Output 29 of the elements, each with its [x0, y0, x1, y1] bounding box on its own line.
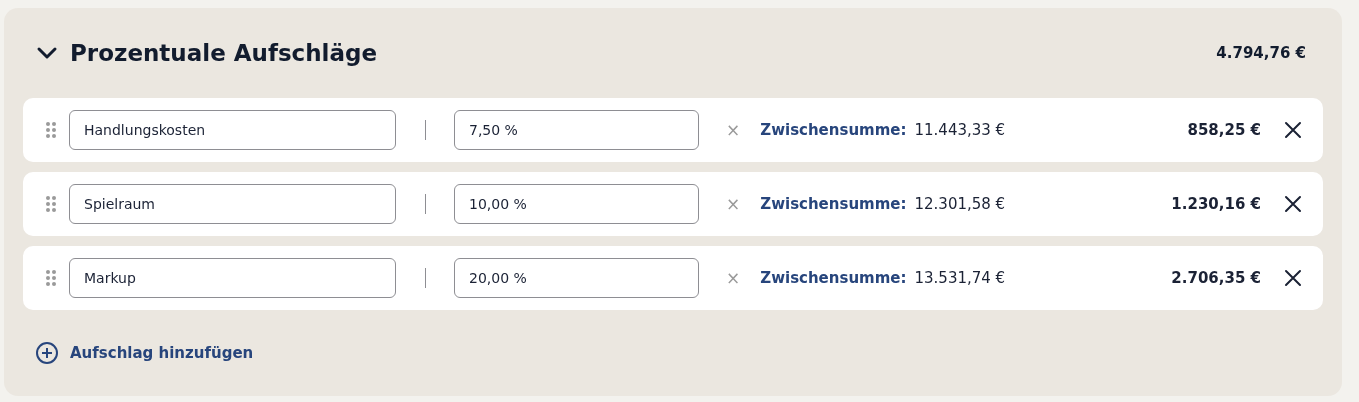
subtotal-value: 12.301,58 € [914, 195, 1006, 213]
remove-button[interactable] [1283, 194, 1303, 214]
drag-handle-icon[interactable] [45, 195, 57, 213]
subtotal-label: Zwischensumme: [760, 121, 907, 139]
multiply-sign: × [726, 194, 741, 214]
percent-field[interactable]: 7,50 % [454, 110, 699, 150]
subtotal-label: Zwischensumme: [760, 269, 907, 287]
add-surcharge-button[interactable]: Aufschlag hinzufügen [35, 341, 254, 365]
percent-field[interactable]: 20,00 % [454, 258, 699, 298]
name-field[interactable]: Spielraum [69, 184, 396, 224]
percent-field[interactable]: 10,00 % [454, 184, 699, 224]
multiply-sign: × [726, 268, 741, 288]
subtotal-value: 11.443,33 € [914, 121, 1006, 139]
surcharge-amount: 858,25 € [1187, 121, 1261, 139]
name-field[interactable]: Handlungskosten [69, 110, 396, 150]
subtotal-label: Zwischensumme: [760, 195, 907, 213]
remove-button[interactable] [1283, 120, 1303, 140]
remove-button[interactable] [1283, 268, 1303, 288]
section-title: Prozentuale Aufschläge [70, 40, 378, 66]
section-total: 4.794,76 € [1216, 44, 1306, 62]
plus-circle-icon [35, 341, 59, 365]
subtotal-value: 13.531,74 € [914, 269, 1006, 287]
name-field[interactable]: Markup [69, 258, 396, 298]
surcharge-amount: 2.706,35 € [1171, 269, 1261, 287]
surcharge-amount: 1.230,16 € [1171, 195, 1261, 213]
drag-handle-icon[interactable] [45, 121, 57, 139]
multiply-sign: × [726, 120, 741, 140]
chevron-down-icon[interactable] [36, 46, 58, 60]
drag-handle-icon[interactable] [45, 269, 57, 287]
